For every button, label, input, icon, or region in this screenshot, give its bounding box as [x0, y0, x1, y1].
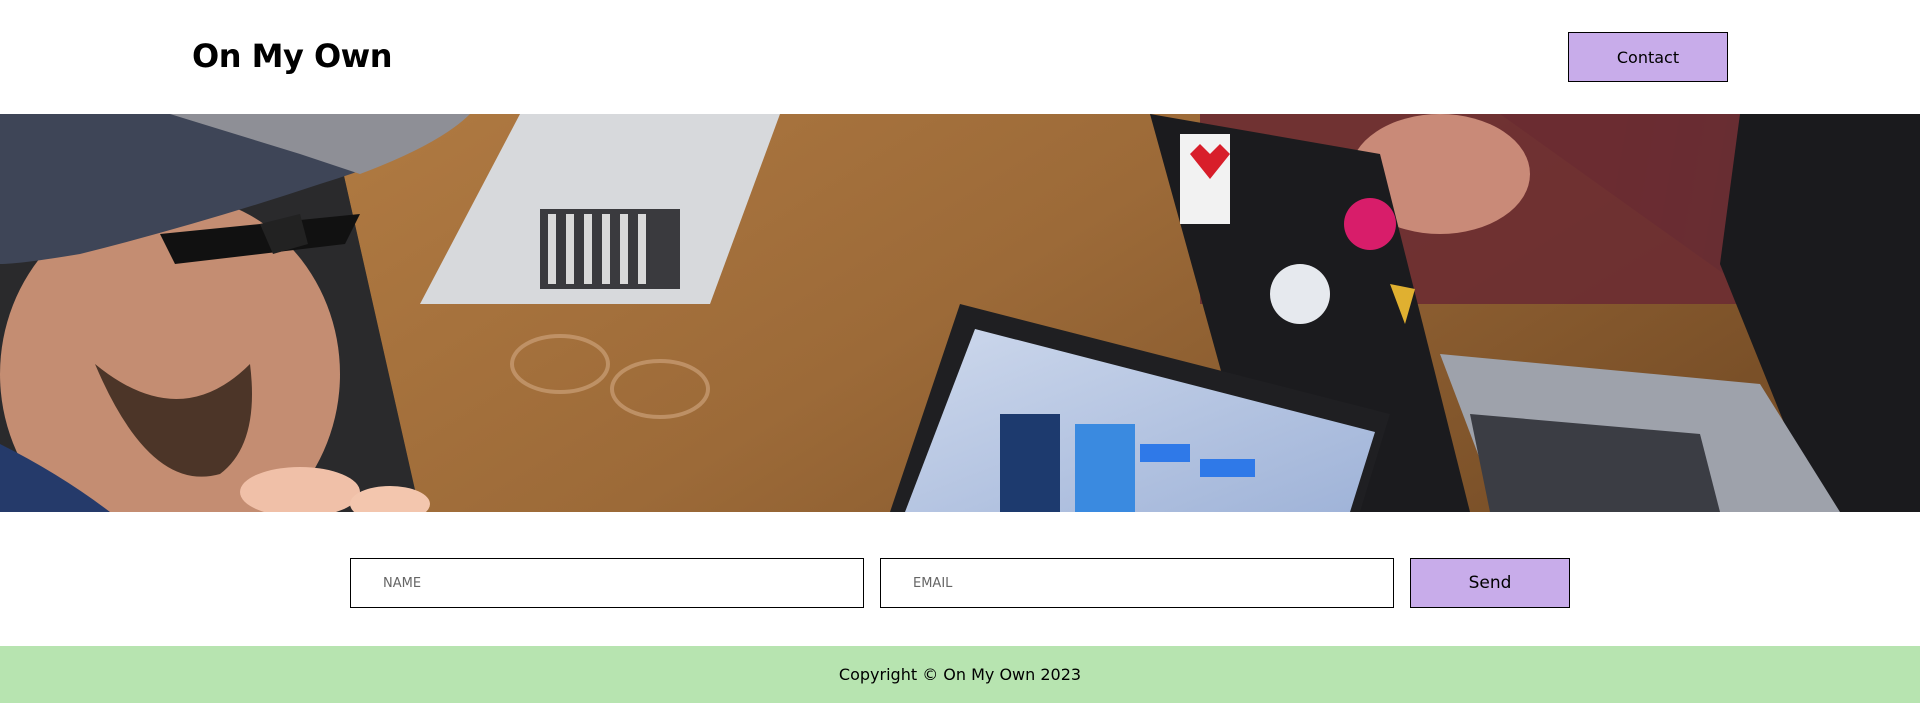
email-input[interactable] [880, 558, 1394, 608]
contact-button[interactable]: Contact [1568, 32, 1728, 82]
copyright-text: Copyright © On My Own 2023 [838, 665, 1082, 684]
hero-image [0, 114, 1920, 512]
site-footer: Copyright © On My Own 2023 [0, 646, 1920, 703]
brand-logo[interactable]: On My Own [192, 36, 393, 76]
name-input[interactable] [350, 558, 864, 608]
hero-photo-illustration [0, 114, 1920, 512]
site-header: On My Own Contact [0, 0, 1920, 114]
send-button[interactable]: Send [1410, 558, 1570, 608]
